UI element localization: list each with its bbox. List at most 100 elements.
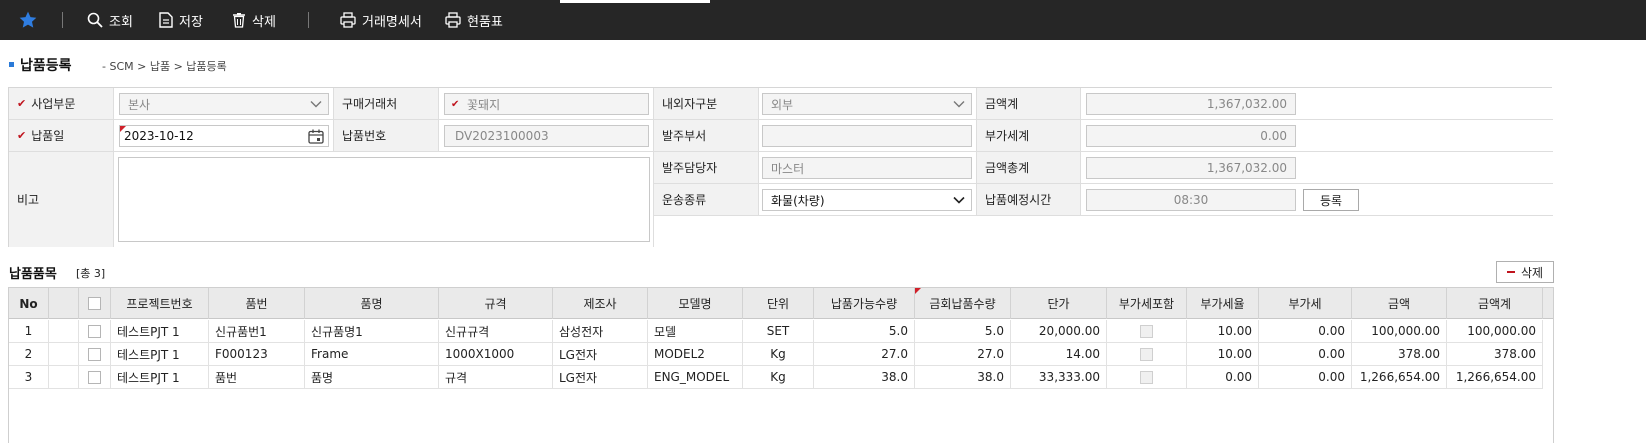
title-marker xyxy=(9,62,14,67)
col-no[interactable]: No xyxy=(9,288,49,319)
col-vat[interactable]: 부가세 xyxy=(1259,288,1352,319)
item-tag-print-button[interactable]: 현품표 xyxy=(445,0,503,40)
amount-sum-label: 금액계 xyxy=(977,88,1081,120)
col-vat-included[interactable]: 부가세포함 xyxy=(1107,288,1187,319)
row-checkbox[interactable] xyxy=(88,347,101,361)
calendar-icon[interactable] xyxy=(308,129,324,144)
minus-icon xyxy=(1506,271,1515,273)
row-checkbox[interactable] xyxy=(88,370,101,384)
cell-vat-rate: 10.00 xyxy=(1187,320,1259,342)
search-icon xyxy=(87,12,103,28)
col-model[interactable]: 모델명 xyxy=(648,288,743,319)
delete-button[interactable]: 삭제 xyxy=(232,0,276,40)
col-part-name[interactable]: 품명 xyxy=(305,288,439,319)
col-amount[interactable]: 금액 xyxy=(1352,288,1447,319)
table-row[interactable]: 3 테스트PJT 1 품번 품명 규격 LG전자 ENG_MODEL Kg 38… xyxy=(9,366,1543,389)
required-check-icon: ✔ xyxy=(451,99,460,110)
cell-avail-qty: 38.0 xyxy=(814,366,915,388)
cell-amount: 100,000.00 xyxy=(1352,320,1447,342)
cell-model: MODEL2 xyxy=(648,343,743,365)
required-check-icon: ✔ xyxy=(17,129,27,142)
col-amount-total[interactable]: 금액계 xyxy=(1447,288,1543,319)
table-row[interactable]: 1 테스트PJT 1 신규품번1 신규품명1 신규규격 삼성전자 모델 SET … xyxy=(9,320,1543,343)
business-unit-cell: 본사 xyxy=(114,88,334,120)
cell-amount-total: 100,000.00 xyxy=(1447,320,1543,342)
domestic-foreign-cell: 외부 xyxy=(759,88,977,120)
col-maker[interactable]: 제조사 xyxy=(553,288,648,319)
purchase-partner-field[interactable]: ✔ 꽃돼지 xyxy=(444,93,649,115)
statement-print-label: 거래명세서 xyxy=(362,14,422,30)
domestic-foreign-select[interactable]: 외부 xyxy=(762,93,972,115)
table-row[interactable]: 2 테스트PJT 1 F000123 Frame 1000X1000 LG전자 … xyxy=(9,343,1543,366)
cell-this-qty[interactable]: 5.0 xyxy=(915,320,1011,342)
cell-this-qty[interactable]: 38.0 xyxy=(915,366,1011,388)
delete-row-label: 삭제 xyxy=(1520,265,1544,280)
remarks-textarea[interactable] xyxy=(118,157,650,242)
cell-no: 2 xyxy=(9,343,49,365)
cell-this-qty[interactable]: 27.0 xyxy=(915,343,1011,365)
toolbar-divider xyxy=(62,12,63,28)
col-avail-qty[interactable]: 납품가능수량 xyxy=(814,288,915,319)
search-button-label: 조회 xyxy=(109,14,133,30)
star-icon xyxy=(19,11,37,28)
order-manager-cell: 마스터 xyxy=(759,152,977,184)
cell-vat: 0.00 xyxy=(1259,320,1352,342)
cell-select[interactable] xyxy=(79,343,111,365)
delivery-date-input[interactable]: 2023-10-12 xyxy=(119,125,329,147)
business-unit-label: ✔ 사업부문 xyxy=(9,88,114,120)
row-checkbox[interactable] xyxy=(88,324,101,338)
cell-part-name: 신규품명1 xyxy=(305,320,439,342)
delivery-date-label: ✔ 납품일 xyxy=(9,120,114,152)
total-amount-label: 금액총계 xyxy=(977,152,1081,184)
cell-spec: 신규규격 xyxy=(439,320,553,342)
cell-spec: 규격 xyxy=(439,366,553,388)
register-button[interactable]: 등록 xyxy=(1303,189,1359,211)
cell-select[interactable] xyxy=(79,320,111,342)
col-select-all[interactable] xyxy=(79,288,111,319)
transport-type-cell: 화물(차량) xyxy=(759,184,977,216)
col-vat-rate[interactable]: 부가세율 xyxy=(1187,288,1259,319)
cell-spec: 1000X1000 xyxy=(439,343,553,365)
vat-sum-cell: 0.00 xyxy=(1081,120,1553,152)
delete-row-button[interactable]: 삭제 xyxy=(1496,261,1554,283)
vat-included-checkbox xyxy=(1140,324,1153,338)
cell-select[interactable] xyxy=(79,366,111,388)
top-toolbar: 조회 저장 삭제 거래명세서 현품표 xyxy=(0,0,1646,40)
order-manager-label: 발주담당자 xyxy=(654,152,759,184)
cell-amount-total: 378.00 xyxy=(1447,343,1543,365)
col-spec[interactable]: 규격 xyxy=(439,288,553,319)
select-all-checkbox[interactable] xyxy=(88,297,101,310)
search-button[interactable]: 조회 xyxy=(87,0,133,40)
col-project[interactable]: 프로젝트번호 xyxy=(111,288,209,319)
empty-cell xyxy=(654,216,1553,247)
delivery-form: ✔ 사업부문 본사 구매거래처 ✔ 꽃돼지 내외자구분 외부 금액계 1,367,… xyxy=(8,87,1553,247)
col-blank xyxy=(49,288,79,319)
cell-unit: SET xyxy=(743,320,814,342)
scheduled-time-label: 납품예정시간 xyxy=(977,184,1081,216)
order-dept-cell xyxy=(759,120,977,152)
statement-print-button[interactable]: 거래명세서 xyxy=(340,0,422,40)
cell-model: 모델 xyxy=(648,320,743,342)
order-dept-label: 발주부서 xyxy=(654,120,759,152)
cell-project: 테스트PJT 1 xyxy=(111,320,209,342)
required-marker xyxy=(915,288,921,294)
favorite-button[interactable] xyxy=(18,0,44,40)
cell-blank xyxy=(49,320,79,342)
cell-unit: Kg xyxy=(743,366,814,388)
cell-maker: LG전자 xyxy=(553,366,648,388)
col-price[interactable]: 단가 xyxy=(1011,288,1107,319)
scheduled-time-field[interactable]: 08:30 xyxy=(1086,189,1296,211)
transport-type-select[interactable]: 화물(차량) xyxy=(762,189,972,211)
col-this-qty[interactable]: 금회납품수량 xyxy=(915,288,1011,319)
total-amount-field: 1,367,032.00 xyxy=(1086,157,1296,179)
cell-part-no: 신규품번1 xyxy=(209,320,305,342)
col-unit[interactable]: 단위 xyxy=(743,288,814,319)
cell-unit: Kg xyxy=(743,343,814,365)
amount-sum-cell: 1,367,032.00 xyxy=(1081,88,1553,120)
save-button[interactable]: 저장 xyxy=(159,0,203,40)
cell-vat-rate: 0.00 xyxy=(1187,366,1259,388)
chevron-down-icon xyxy=(953,196,965,204)
col-part-no[interactable]: 품번 xyxy=(209,288,305,319)
total-amount-cell: 1,367,032.00 xyxy=(1081,152,1553,184)
business-unit-select[interactable]: 본사 xyxy=(119,93,329,115)
